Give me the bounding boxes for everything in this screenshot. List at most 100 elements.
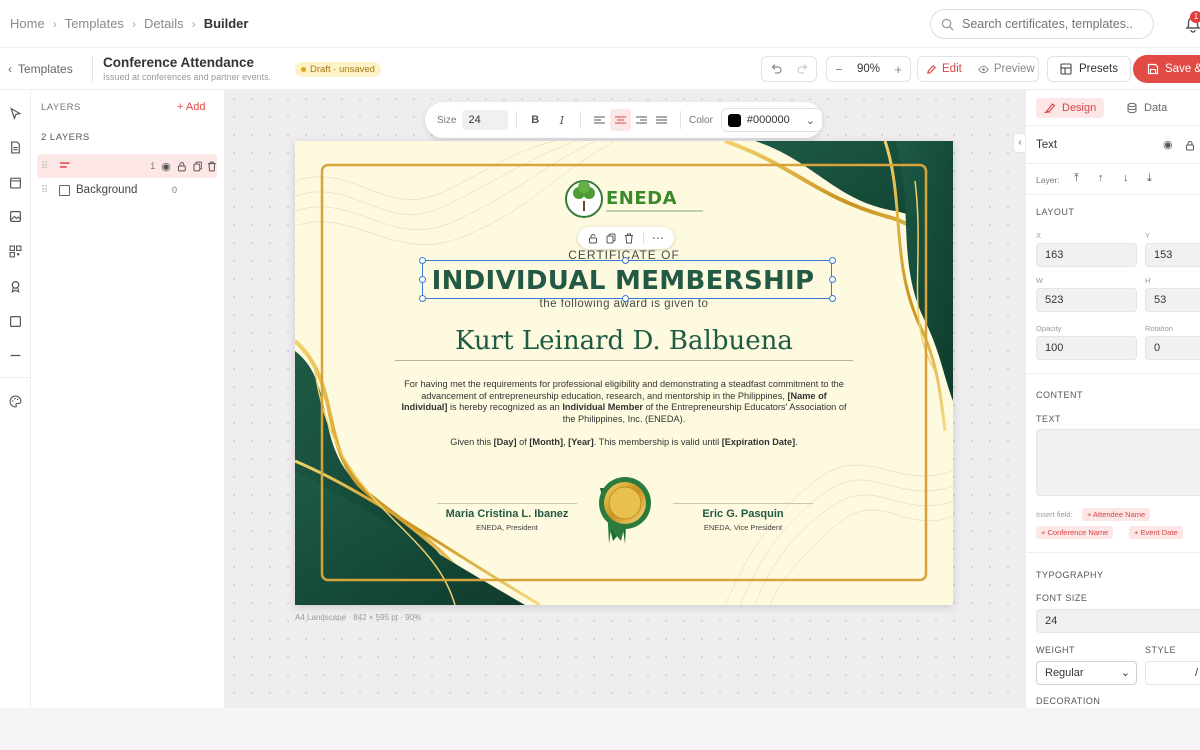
theme-tool[interactable] xyxy=(6,392,24,410)
zoom-level[interactable]: 90% xyxy=(851,63,887,75)
plus-icon: + xyxy=(894,61,902,77)
tab-design[interactable]: Design xyxy=(1036,98,1105,118)
badge-tool[interactable] xyxy=(6,277,24,295)
text-align-icon xyxy=(59,162,70,168)
italic-icon: I xyxy=(559,113,565,127)
rotation-label: Rotation xyxy=(1145,324,1173,333)
x-input[interactable]: 163 xyxy=(1036,243,1137,267)
align-justify-icon xyxy=(656,116,668,123)
select-tool[interactable] xyxy=(6,104,24,122)
style-label: STYLE xyxy=(1145,645,1177,655)
breadcrumb-home[interactable]: Home xyxy=(10,16,45,31)
unlock-icon[interactable] xyxy=(588,233,598,244)
given-date-line[interactable]: Given this [Day] of [Month], [Year]. Thi… xyxy=(295,437,953,447)
back-to-templates-button[interactable]: ‹ Templates xyxy=(8,62,73,76)
send-backward-icon[interactable]: ↓ xyxy=(1123,172,1129,184)
certificate-body[interactable]: For having met the requirements for prof… xyxy=(399,379,849,425)
save-button[interactable]: Save & xyxy=(1133,55,1200,83)
more-icon[interactable]: ⋯ xyxy=(652,231,664,245)
y-input[interactable]: 153 xyxy=(1145,243,1200,267)
signature-block-vice-president[interactable]: Eric G. Pasquin ENEDA, Vice President xyxy=(673,503,813,532)
given-text: Given this xyxy=(450,437,494,447)
resize-handle[interactable] xyxy=(829,295,836,302)
document-title[interactable]: Conference Attendance xyxy=(103,55,254,70)
insert-attendee-name-chip[interactable]: + Attendee Name xyxy=(1082,508,1151,521)
zoom-out-button[interactable]: − xyxy=(827,57,851,81)
resize-handle[interactable] xyxy=(829,276,836,283)
resize-handle[interactable] xyxy=(419,295,426,302)
signature-block-president[interactable]: Maria Cristina L. Ibanez ENEDA, Presiden… xyxy=(437,503,577,532)
resize-handle[interactable] xyxy=(622,295,629,302)
resize-handle[interactable] xyxy=(829,257,836,264)
font-size-input[interactable]: 24 xyxy=(462,110,508,130)
add-layer-button[interactable]: + Add xyxy=(177,101,205,113)
drag-handle-icon[interactable]: ⠿ xyxy=(41,185,53,196)
line-tool[interactable] xyxy=(6,346,24,364)
align-left-button[interactable] xyxy=(589,109,610,131)
bring-to-front-icon[interactable]: ⤒ xyxy=(1074,172,1079,185)
breadcrumb: Home › Templates › Details › Builder xyxy=(10,16,248,31)
align-right-button[interactable] xyxy=(631,109,652,131)
resize-handle[interactable] xyxy=(419,257,426,264)
align-right-icon xyxy=(635,116,647,123)
visibility-eye-icon[interactable]: ◉ xyxy=(1163,138,1173,151)
shape-tool[interactable] xyxy=(6,312,24,330)
lock-icon[interactable] xyxy=(1185,140,1195,151)
certificate-canvas[interactable]: ENEDA CERTIFICATE OF INDIVIDUAL MEMBERSH… xyxy=(295,141,953,605)
italic-button[interactable]: I xyxy=(552,109,573,131)
bold-button[interactable]: B xyxy=(525,109,546,131)
text-tool[interactable] xyxy=(6,138,24,156)
text-format-toolbar: Size 24 B I Color #000000 ⌄ xyxy=(425,102,823,138)
drag-handle-icon[interactable]: ⠿ xyxy=(41,161,53,172)
chevron-right-icon: › xyxy=(131,16,136,31)
x-label: X xyxy=(1036,231,1042,240)
preview-mode-button[interactable]: Preview xyxy=(970,57,1043,81)
duplicate-icon[interactable] xyxy=(606,233,616,244)
lock-icon[interactable] xyxy=(177,161,187,172)
tab-data[interactable]: Data xyxy=(1118,98,1175,118)
align-center-button[interactable] xyxy=(609,109,631,131)
search-input[interactable] xyxy=(962,17,1142,31)
redo-button[interactable] xyxy=(789,57,816,81)
search-box[interactable] xyxy=(930,9,1154,39)
image-tool[interactable] xyxy=(6,207,24,225)
color-picker[interactable]: #000000 ⌄ xyxy=(720,108,823,132)
undo-button[interactable] xyxy=(762,57,789,81)
opacity-input[interactable]: 100 xyxy=(1036,336,1137,360)
zoom-in-button[interactable]: + xyxy=(886,57,910,81)
send-to-back-icon[interactable]: ⤓ xyxy=(1147,172,1152,185)
trash-icon[interactable] xyxy=(624,233,634,244)
layer-item-text[interactable]: ⠿ 1 ◉ xyxy=(37,154,217,178)
resize-handle[interactable] xyxy=(419,276,426,283)
expiration-field: [Expiration Date] xyxy=(721,437,796,447)
bring-forward-icon[interactable]: ↑ xyxy=(1098,172,1104,184)
qr-tool[interactable] xyxy=(6,242,24,260)
align-center-icon xyxy=(614,116,626,123)
recipient-name[interactable]: Kurt Leinard D. Balbuena xyxy=(295,326,953,356)
chevron-down-icon: ⌄ xyxy=(1120,667,1130,679)
style-select[interactable]: / xyxy=(1145,661,1200,685)
insert-conference-name-chip[interactable]: + Conference Name xyxy=(1036,526,1114,539)
edit-mode-button[interactable]: Edit xyxy=(918,57,970,81)
selection-box[interactable] xyxy=(422,260,832,299)
weight-select[interactable]: Regular ⌄ xyxy=(1036,661,1137,685)
width-input[interactable]: 523 xyxy=(1036,288,1137,312)
eye-icon[interactable]: ◉ xyxy=(161,160,171,173)
breadcrumb-templates[interactable]: Templates xyxy=(65,16,124,31)
breadcrumb-details[interactable]: Details xyxy=(144,16,184,31)
chevron-down-icon: ⌄ xyxy=(805,114,815,127)
trash-icon[interactable] xyxy=(207,161,217,172)
date-tool[interactable] xyxy=(6,173,24,191)
insert-event-date-chip[interactable]: + Event Date xyxy=(1129,526,1183,539)
text-content-area[interactable] xyxy=(1036,429,1200,496)
resize-handle[interactable] xyxy=(622,257,629,264)
canvas-meta: A4 Landscape · 842 × 595 pt · 90% xyxy=(295,613,422,622)
presets-button[interactable]: Presets xyxy=(1047,56,1131,82)
font-size-field[interactable]: 24 xyxy=(1036,609,1200,633)
chevron-left-icon: ‹ xyxy=(8,62,12,76)
height-input[interactable]: 53 xyxy=(1145,288,1200,312)
align-justify-button[interactable] xyxy=(651,109,672,131)
duplicate-icon[interactable] xyxy=(193,161,203,172)
layer-item-background[interactable]: ⠿ Background 0 xyxy=(37,178,217,202)
rotation-input[interactable]: 0 xyxy=(1145,336,1200,360)
